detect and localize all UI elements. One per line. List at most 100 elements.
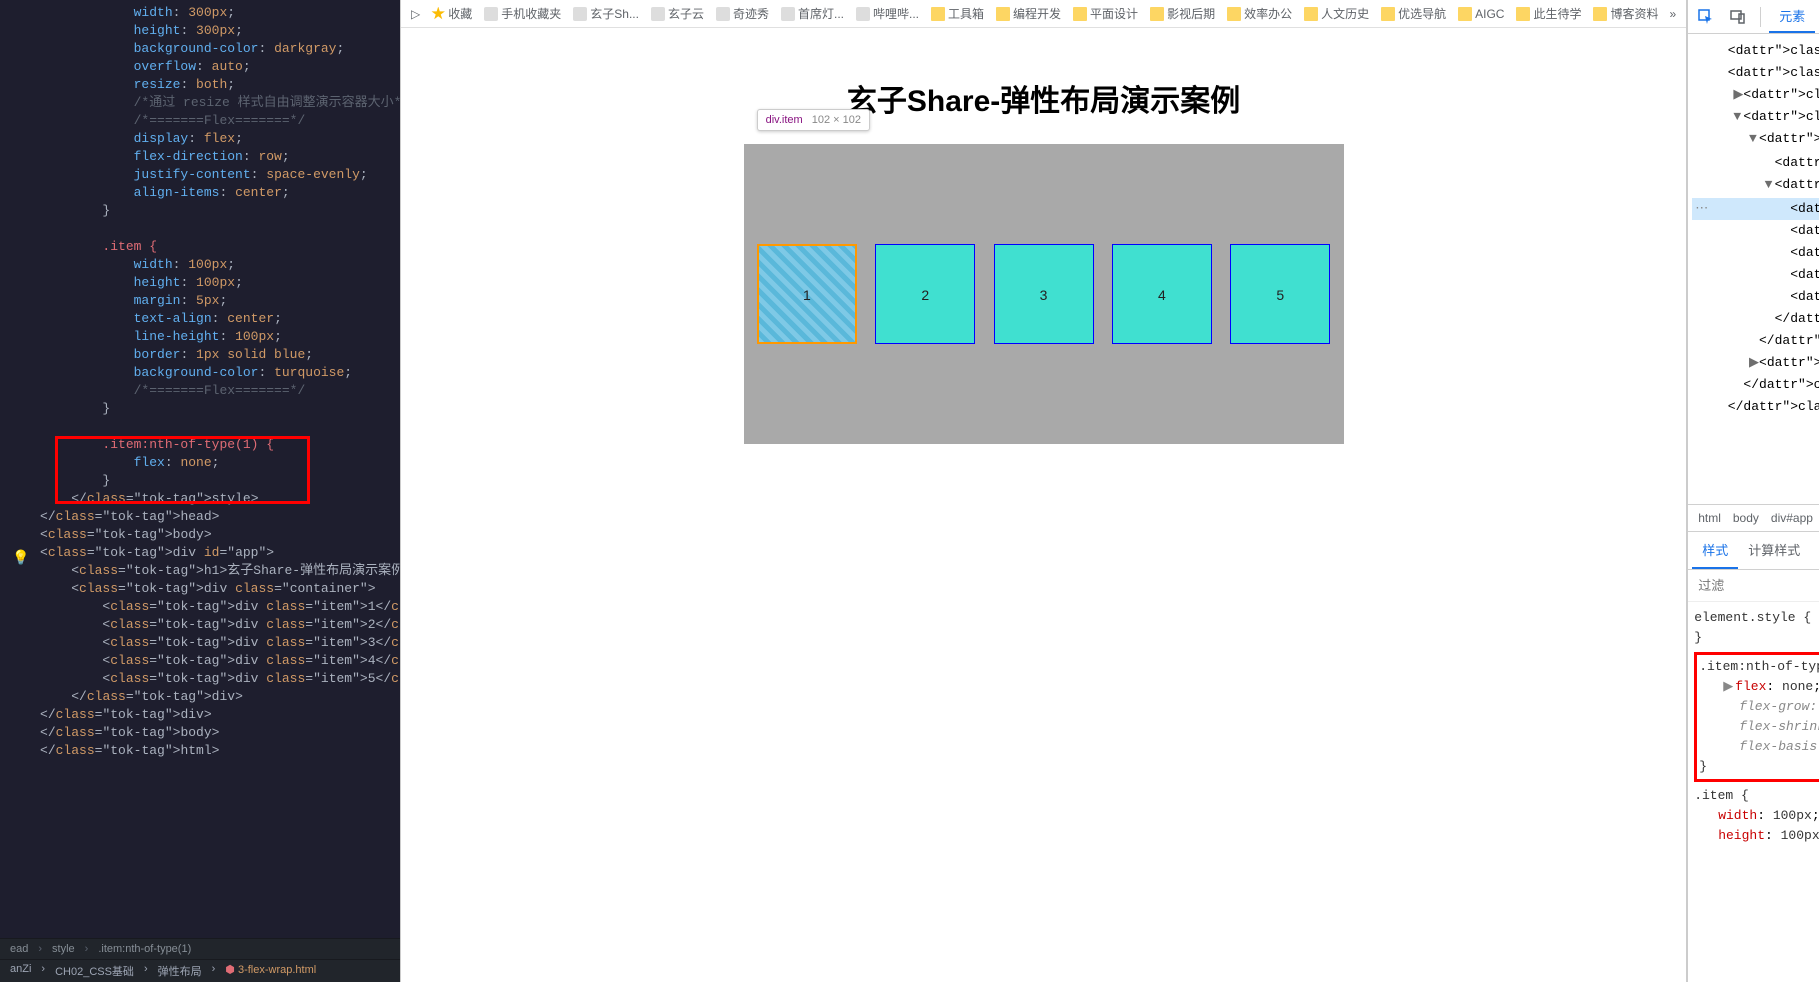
bookmark-item[interactable]: 哔哩哔...: [851, 3, 924, 24]
breadcrumb-node[interactable]: html: [1698, 511, 1721, 525]
editor-breadcrumbs[interactable]: ead style .item:nth-of-type(1): [0, 938, 400, 959]
nav-back-icon[interactable]: ▷: [407, 7, 424, 21]
bookmark-label: 优选导航: [1398, 5, 1446, 22]
editor-crumb[interactable]: style: [52, 943, 75, 955]
breadcrumb-node[interactable]: body: [1733, 511, 1759, 525]
subtab-computed[interactable]: 计算样式: [1738, 532, 1810, 569]
devtools-panel: 元素 控制台 » 💬 1 ⚙ ⋮ ✕ <dattr">class="dtag">…: [1687, 0, 1819, 982]
rendered-page: 玄子Share-弹性布局演示案例 div.item 102 × 102 1 2 …: [401, 28, 1686, 982]
bookmark-favicon: [1458, 7, 1472, 21]
bookmark-item[interactable]: 此生待学: [1511, 3, 1586, 24]
tab-elements[interactable]: 元素: [1769, 0, 1815, 33]
dom-tree[interactable]: <dattr">class="dtag">!DOCTYPE html> <dat…: [1688, 34, 1819, 504]
breadcrumb-node[interactable]: div#app: [1771, 511, 1813, 525]
rule-selector[interactable]: element.style {: [1694, 608, 1819, 628]
styles-body[interactable]: element.style {}3-flex-wrap…N_CHANGE:44.…: [1688, 602, 1819, 982]
dom-node[interactable]: <dattr">class="dtag">div dattr">class="i…: [1692, 220, 1819, 242]
status-file[interactable]: 3-flex-wrap.html: [225, 963, 316, 979]
browser-preview-panel: ▷ 收藏手机收藏夹 玄子Sh... 玄子云奇迹秀首席灯... 哔哩哔... 工具箱编程开…: [400, 0, 1687, 982]
bookmark-item[interactable]: 影视后期: [1145, 3, 1220, 24]
code-editor[interactable]: 💡 width: 300px; height: 300px; backgroun…: [0, 0, 400, 938]
css-declaration[interactable]: ▶flex: none;: [1699, 677, 1819, 697]
dom-node[interactable]: </dattr">class="dtag">div>: [1692, 308, 1819, 330]
dom-breadcrumb[interactable]: htmlbodydiv#appdiv.containerdiv.item: [1688, 504, 1819, 532]
dom-node[interactable]: ▼<dattr">class="dtag">body>: [1692, 106, 1819, 128]
dom-node[interactable]: <dattr">class="dtag">div dattr">class="i…: [1692, 242, 1819, 264]
dom-node[interactable]: <dattr">class="dtag">div dattr">class="i…: [1692, 286, 1819, 308]
dom-node[interactable]: ▶<dattr">class="dtag">script>…</dattr">c…: [1692, 352, 1819, 374]
bookmark-item[interactable]: 优选导航: [1376, 3, 1451, 24]
bookmark-item[interactable]: 博客资料: [1588, 3, 1663, 24]
status-path-1[interactable]: anZi: [10, 963, 31, 979]
editor-crumb[interactable]: ead: [10, 943, 28, 955]
bookmark-item[interactable]: 玄子云: [646, 3, 709, 24]
bookmark-item[interactable]: 玄子Sh...: [568, 3, 644, 24]
css-declaration[interactable]: flex-shrink: 0;: [1699, 717, 1819, 737]
status-path-3[interactable]: 弹性布局: [158, 963, 202, 979]
css-declaration[interactable]: height: 100px;: [1694, 826, 1819, 846]
bookmark-item[interactable]: 奇迹秀: [711, 3, 774, 24]
bookmark-favicon: [716, 7, 730, 21]
subtab-properties[interactable]: 属性: [1810, 532, 1819, 569]
dom-node[interactable]: ⋯ <dattr">class="dtag">div dattr">class=…: [1692, 198, 1819, 220]
dom-node[interactable]: </dattr">class="dtag">div>: [1692, 330, 1819, 352]
bookmark-label: 玄子Sh...: [590, 5, 639, 22]
dom-node[interactable]: <dattr">class="dtag">div dattr">class="i…: [1692, 264, 1819, 286]
bookmark-label: 哔哩哔...: [873, 5, 919, 22]
bookmark-item[interactable]: 人文历史: [1299, 3, 1374, 24]
css-declaration[interactable]: width: 100px;: [1694, 806, 1819, 826]
bookmark-item[interactable]: 编程开发: [991, 3, 1066, 24]
css-rule[interactable]: 3-flex-wrap…N_CHANGE:33.item {width: 100…: [1694, 786, 1819, 846]
bookmark-favicon: [856, 7, 870, 21]
dom-node[interactable]: <dattr">class="dtag">h1>玄子Share-弹性布局演示案例…: [1692, 152, 1819, 174]
dom-node[interactable]: ▼<dattr">class="dtag">div dattr">class="…: [1692, 174, 1819, 198]
rule-selector[interactable]: .item:nth-of-type(1) {: [1699, 657, 1819, 677]
bookmark-item[interactable]: AIGC: [1453, 3, 1509, 24]
inspect-element-icon[interactable]: [1692, 3, 1720, 31]
dom-node[interactable]: ▶<dattr">class="dtag">head>…</dattr">cla…: [1692, 84, 1819, 106]
bookmark-item[interactable]: 收藏: [426, 3, 477, 24]
subtab-styles[interactable]: 样式: [1692, 532, 1738, 569]
devtools-toolbar: 元素 控制台 » 💬 1 ⚙ ⋮ ✕: [1688, 0, 1819, 34]
device-toggle-icon[interactable]: [1724, 3, 1752, 31]
editor-crumb[interactable]: .item:nth-of-type(1): [98, 943, 191, 955]
bookmark-favicon: [1304, 7, 1318, 21]
css-rule[interactable]: 3-flex-wrap…N_CHANGE:44.item:nth-of-type…: [1694, 652, 1819, 782]
dom-node[interactable]: <dattr">class="dtag">!DOCTYPE html>: [1692, 40, 1819, 62]
bookmark-favicon: [1381, 7, 1395, 21]
rule-selector[interactable]: .item {: [1694, 786, 1819, 806]
editor-status-bar: anZi › CH02_CSS基础 › 弹性布局 › 3-flex-wrap.h…: [0, 959, 400, 982]
bookmark-favicon: [651, 7, 665, 21]
css-rule[interactable]: element.style {}: [1694, 608, 1819, 648]
lightbulb-icon[interactable]: 💡: [12, 550, 29, 568]
demo-item-1[interactable]: 1: [757, 244, 857, 344]
styles-filter-input[interactable]: [1688, 570, 1819, 601]
dom-node[interactable]: </dattr">class="dtag">html>: [1692, 396, 1819, 418]
bookmark-overflow-icon[interactable]: »: [1666, 7, 1681, 21]
css-declaration[interactable]: flex-grow: 0;: [1699, 697, 1819, 717]
bookmark-label: 影视后期: [1167, 5, 1215, 22]
bookmark-label: 收藏: [448, 5, 472, 22]
bookmark-item[interactable]: 平面设计: [1068, 3, 1143, 24]
dom-node[interactable]: <dattr">class="dtag">html dattr">lang="e…: [1692, 62, 1819, 84]
bookmark-item[interactable]: 首席灯...: [776, 3, 849, 24]
dom-node[interactable]: ▼<dattr">class="dtag">div dattr">id="app…: [1692, 128, 1819, 152]
bookmark-label: 平面设计: [1090, 5, 1138, 22]
demo-item-4[interactable]: 4: [1112, 244, 1212, 344]
demo-item-5[interactable]: 5: [1230, 244, 1330, 344]
bookmark-item[interactable]: 效率办公: [1222, 3, 1297, 24]
css-declaration[interactable]: flex-basis: auto;: [1699, 737, 1819, 757]
bookmark-item[interactable]: 手机收藏夹: [479, 3, 566, 24]
status-path-2[interactable]: CH02_CSS基础: [55, 963, 134, 979]
bookmark-favicon: [996, 7, 1010, 21]
tooltip-selector: div.item: [766, 114, 803, 126]
bookmark-bar: ▷ 收藏手机收藏夹 玄子Sh... 玄子云奇迹秀首席灯... 哔哩哔... 工具箱编程开…: [401, 0, 1686, 28]
demo-item-3[interactable]: 3: [994, 244, 1094, 344]
dom-node[interactable]: </dattr">class="dtag">body>: [1692, 374, 1819, 396]
bookmark-label: AIGC: [1475, 7, 1504, 21]
demo-item-2[interactable]: 2: [875, 244, 975, 344]
flex-demo-container[interactable]: div.item 102 × 102 1 2 3 4 5: [744, 144, 1344, 444]
bookmark-item[interactable]: 工具箱: [926, 3, 989, 24]
bookmark-favicon: [931, 7, 945, 21]
bookmark-label: 工具箱: [948, 5, 984, 22]
